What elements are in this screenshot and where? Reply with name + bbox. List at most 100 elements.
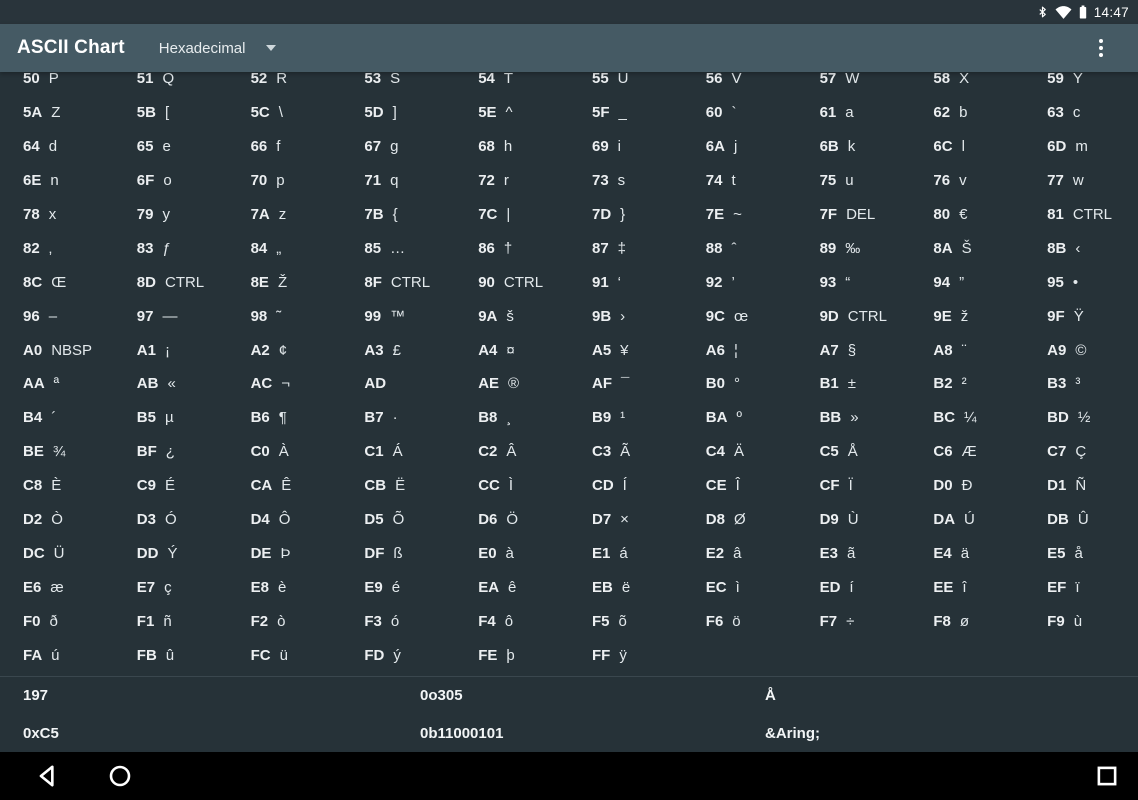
ascii-cell[interactable]: 62b [910,96,1024,130]
ascii-cell[interactable]: 5C\ [228,96,342,130]
ascii-cell[interactable]: CAÊ [228,469,342,503]
ascii-cell[interactable]: A2¢ [228,333,342,367]
ascii-grid-viewport[interactable]: 50P51Q52R53S54T55U56V57W58X59Y5AZ5B[5C\5… [0,72,1138,676]
ascii-cell[interactable]: 74t [683,164,797,198]
ascii-cell[interactable]: DCÜ [0,536,114,570]
ascii-cell[interactable]: AAª [0,367,114,401]
ascii-cell[interactable]: C8È [0,469,114,503]
ascii-cell[interactable]: D4Ô [228,503,342,537]
ascii-cell[interactable]: D6Ö [455,503,569,537]
ascii-cell[interactable]: B9¹ [569,401,683,435]
ascii-cell[interactable]: AD [341,367,455,401]
ascii-cell[interactable]: F7÷ [797,604,911,638]
ascii-cell[interactable]: C4Ä [683,435,797,469]
ascii-cell[interactable]: C6Æ [910,435,1024,469]
ascii-cell[interactable]: AB« [114,367,228,401]
ascii-cell[interactable]: 93“ [797,265,911,299]
ascii-cell[interactable]: F4ô [455,604,569,638]
ascii-cell[interactable]: FCü [228,638,342,672]
ascii-cell[interactable]: FEþ [455,638,569,672]
ascii-cell[interactable]: 50P [0,72,114,96]
ascii-cell[interactable]: CBË [341,469,455,503]
ascii-cell[interactable]: A6¦ [683,333,797,367]
ascii-cell[interactable]: A3£ [341,333,455,367]
ascii-cell[interactable]: 7FDEL [797,198,911,232]
ascii-cell[interactable]: C5Å [797,435,911,469]
ascii-cell[interactable]: DDÝ [114,536,228,570]
ascii-cell[interactable]: 68h [455,130,569,164]
ascii-cell[interactable]: 6En [0,164,114,198]
ascii-cell[interactable]: A1¡ [114,333,228,367]
ascii-cell[interactable]: 92’ [683,265,797,299]
ascii-cell[interactable]: C9É [114,469,228,503]
ascii-cell[interactable]: C3Ã [569,435,683,469]
ascii-cell[interactable]: 6Aj [683,130,797,164]
ascii-cell[interactable]: D8Ø [683,503,797,537]
ascii-cell[interactable]: 94” [910,265,1024,299]
ascii-cell[interactable]: 7D} [569,198,683,232]
ascii-cell[interactable]: B5µ [114,401,228,435]
ascii-cell[interactable]: FAú [0,638,114,672]
ascii-cell[interactable]: 99™ [341,299,455,333]
ascii-cell[interactable]: 6Fo [114,164,228,198]
ascii-cell[interactable]: B7· [341,401,455,435]
ascii-cell[interactable]: 55U [569,72,683,96]
ascii-cell[interactable]: 80€ [910,198,1024,232]
ascii-cell[interactable]: BF¿ [114,435,228,469]
ascii-cell[interactable]: E5å [1024,536,1138,570]
ascii-cell[interactable]: 6Bk [797,130,911,164]
ascii-cell[interactable]: 63c [1024,96,1138,130]
back-button[interactable] [24,752,72,800]
ascii-cell[interactable]: F6ö [683,604,797,638]
ascii-cell[interactable]: 8FCTRL [341,265,455,299]
ascii-cell[interactable]: D9Ù [797,503,911,537]
ascii-cell[interactable]: 6Dm [1024,130,1138,164]
ascii-cell[interactable]: 8CŒ [0,265,114,299]
ascii-cell[interactable]: 71q [341,164,455,198]
ascii-cell[interactable]: D5Õ [341,503,455,537]
ascii-cell[interactable]: B8¸ [455,401,569,435]
ascii-cell[interactable]: 60` [683,96,797,130]
ascii-cell[interactable]: F1ñ [114,604,228,638]
ascii-cell[interactable]: 52R [228,72,342,96]
ascii-cell[interactable]: A4¤ [455,333,569,367]
ascii-cell[interactable]: CCÌ [455,469,569,503]
ascii-cell[interactable]: 65e [114,130,228,164]
ascii-cell[interactable]: 5B[ [114,96,228,130]
ascii-cell[interactable]: 96– [0,299,114,333]
ascii-cell[interactable]: A8¨ [910,333,1024,367]
ascii-cell[interactable]: F0ð [0,604,114,638]
ascii-cell[interactable]: 83ƒ [114,231,228,265]
ascii-cell[interactable]: EEî [910,570,1024,604]
ascii-cell[interactable]: 9Aš [455,299,569,333]
ascii-cell[interactable]: 70p [228,164,342,198]
base-mode-spinner[interactable]: Hexadecimal [159,24,276,72]
ascii-cell[interactable]: E4ä [910,536,1024,570]
ascii-cell[interactable]: 79y [114,198,228,232]
ascii-cell[interactable]: ECì [683,570,797,604]
ascii-cell[interactable]: BE¾ [0,435,114,469]
ascii-cell[interactable]: F3ó [341,604,455,638]
ascii-cell[interactable]: 89‰ [797,231,911,265]
ascii-cell[interactable]: A9© [1024,333,1138,367]
home-button[interactable] [96,752,144,800]
ascii-cell[interactable]: E1á [569,536,683,570]
ascii-cell[interactable]: E2â [683,536,797,570]
ascii-cell[interactable]: 9FŸ [1024,299,1138,333]
ascii-cell[interactable]: 98˜ [228,299,342,333]
ascii-cell[interactable]: CDÍ [569,469,683,503]
ascii-cell[interactable]: 58X [910,72,1024,96]
ascii-cell[interactable]: BD½ [1024,401,1138,435]
ascii-cell[interactable]: 66f [228,130,342,164]
ascii-cell[interactable]: 8DCTRL [114,265,228,299]
ascii-cell[interactable]: EFï [1024,570,1138,604]
ascii-cell[interactable]: 5AZ [0,96,114,130]
ascii-cell[interactable]: D3Ó [114,503,228,537]
ascii-cell[interactable]: 5E^ [455,96,569,130]
ascii-cell[interactable]: 7B{ [341,198,455,232]
ascii-cell[interactable]: E3ã [797,536,911,570]
ascii-cell[interactable]: 88ˆ [683,231,797,265]
ascii-cell[interactable]: C7Ç [1024,435,1138,469]
ascii-cell[interactable]: 87‡ [569,231,683,265]
ascii-cell[interactable]: B2² [910,367,1024,401]
